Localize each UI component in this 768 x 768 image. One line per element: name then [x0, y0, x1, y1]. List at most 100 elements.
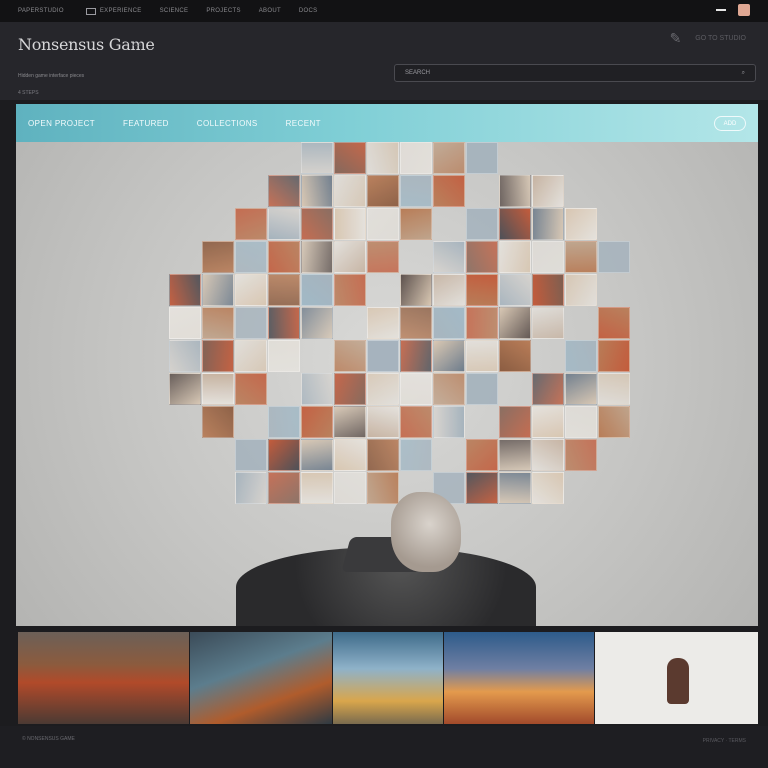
mosaic-tile	[367, 439, 399, 471]
mosaic-tile	[433, 373, 465, 405]
pen-icon[interactable]: ✎	[670, 30, 682, 47]
mosaic-tile	[268, 439, 300, 471]
mosaic-tile	[202, 406, 234, 438]
search-placeholder: SEARCH	[405, 70, 431, 76]
footer: © NONSENSUS GAME PRIVACY · TERMS	[0, 726, 768, 768]
thumbnail-storm[interactable]	[332, 632, 444, 724]
mosaic-tile	[235, 208, 267, 240]
add-button[interactable]: ADD	[714, 116, 746, 131]
mosaic-tile	[334, 274, 366, 306]
mosaic-tile	[499, 439, 531, 471]
mosaic-tile	[565, 274, 597, 306]
mosaic-tile	[268, 274, 300, 306]
mosaic-tile	[499, 208, 531, 240]
mosaic-tile	[400, 142, 432, 174]
minimize-icon[interactable]	[716, 9, 726, 11]
thumbnail-fire[interactable]	[444, 632, 595, 724]
mosaic-tile	[466, 241, 498, 273]
tab-bar: OPEN PROJECT FEATURED COLLECTIONS RECENT…	[16, 104, 758, 142]
mosaic-tile	[334, 142, 366, 174]
mosaic-tile	[202, 340, 234, 372]
mosaic-tile	[235, 274, 267, 306]
mosaic-tile	[466, 274, 498, 306]
mosaic-tile	[367, 175, 399, 207]
top-bar: PAPERSTUDIO EXPERIENCE SCIENCE PROJECTS …	[0, 0, 768, 22]
nav-item-docs[interactable]: DOCS	[299, 8, 318, 14]
search-input[interactable]: SEARCH ⌕	[394, 64, 756, 82]
mosaic-tile	[334, 340, 366, 372]
mosaic-tile	[268, 175, 300, 207]
mosaic-tile	[565, 340, 597, 372]
mosaic-tile	[565, 241, 597, 273]
mosaic-tile	[466, 439, 498, 471]
mosaic-tile	[532, 373, 564, 405]
mosaic-tile	[268, 406, 300, 438]
mosaic-tile	[433, 175, 465, 207]
mosaic-tile	[202, 307, 234, 339]
mosaic-tile	[433, 340, 465, 372]
mosaic-tile	[532, 307, 564, 339]
mosaic-tile	[202, 274, 234, 306]
mosaic-tile	[235, 307, 267, 339]
mosaic-tile	[268, 340, 300, 372]
thumbnail-knight[interactable]	[595, 632, 758, 724]
studio-link[interactable]: GO TO STUDIO	[695, 35, 746, 42]
nav-item-studio[interactable]: PAPERSTUDIO	[18, 8, 64, 14]
search-icon[interactable]: ⌕	[742, 70, 745, 77]
figure-head	[391, 492, 461, 572]
mosaic-tile	[334, 208, 366, 240]
mosaic-tile	[400, 208, 432, 240]
mosaic-tile	[235, 241, 267, 273]
mosaic-tile	[301, 142, 333, 174]
tab-collections[interactable]: COLLECTIONS	[197, 119, 258, 128]
mosaic-tile	[301, 175, 333, 207]
mosaic-tile	[499, 175, 531, 207]
mosaic-tile	[598, 307, 630, 339]
mosaic-tile	[433, 142, 465, 174]
thumbnail-strip	[18, 632, 758, 724]
knight-figure	[667, 658, 690, 704]
mosaic-tile	[235, 439, 267, 471]
nav-item-projects[interactable]: PROJECTS	[206, 8, 240, 14]
header-actions: ✎ GO TO STUDIO	[670, 30, 746, 47]
mosaic-tile	[268, 208, 300, 240]
mosaic-tile	[400, 274, 432, 306]
mosaic-tile	[400, 373, 432, 405]
mosaic-tile	[268, 472, 300, 504]
mosaic-tile	[532, 175, 564, 207]
mosaic-tile	[499, 241, 531, 273]
brand-mark-icon	[85, 7, 96, 15]
mosaic-tile	[334, 406, 366, 438]
tab-open-project[interactable]: OPEN PROJECT	[28, 119, 95, 128]
mosaic-tile	[466, 142, 498, 174]
mosaic-tile	[499, 307, 531, 339]
mosaic-tile	[367, 241, 399, 273]
mosaic-tile	[565, 208, 597, 240]
tab-recent[interactable]: RECENT	[286, 119, 321, 128]
mosaic-tile	[400, 340, 432, 372]
avatar-icon[interactable]	[738, 4, 750, 16]
meta-line: 4 STEPS	[18, 90, 39, 96]
mosaic-tile	[367, 406, 399, 438]
mosaic-tile	[334, 439, 366, 471]
mosaic-tile	[169, 373, 201, 405]
mosaic-tile	[169, 340, 201, 372]
thumbnail-landscape[interactable]	[18, 632, 189, 724]
nav-item-experience[interactable]: EXPERIENCE	[100, 8, 142, 14]
mosaic-tile	[367, 307, 399, 339]
header: Nonsensus Game v1.0 ✎ GO TO STUDIO Hidde…	[0, 22, 768, 100]
mosaic-tile	[499, 406, 531, 438]
mosaic-tile	[532, 241, 564, 273]
mosaic-tile	[367, 472, 399, 504]
tab-featured[interactable]: FEATURED	[123, 119, 169, 128]
thumbnail-city[interactable]	[189, 632, 332, 724]
footer-note: © NONSENSUS GAME	[22, 736, 75, 742]
mosaic-tile	[466, 373, 498, 405]
mosaic-tile	[499, 274, 531, 306]
footer-links[interactable]: PRIVACY · TERMS	[703, 738, 746, 744]
nav-item-science[interactable]: SCIENCE	[160, 8, 189, 14]
mosaic-tile	[301, 274, 333, 306]
version-label: v1.0	[132, 42, 142, 48]
mosaic-tile	[400, 307, 432, 339]
nav-item-about[interactable]: ABOUT	[259, 8, 281, 14]
